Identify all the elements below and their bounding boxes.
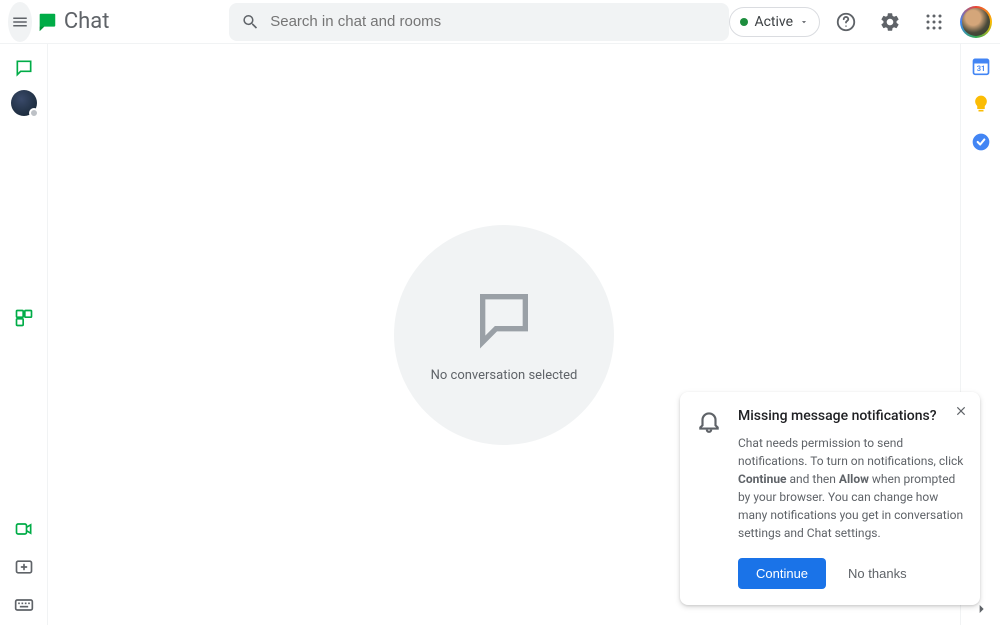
rail-rooms-button[interactable]	[4, 300, 44, 336]
rail-meet-button[interactable]	[4, 511, 44, 547]
header-right: Active	[729, 4, 992, 40]
hamburger-icon	[11, 13, 29, 31]
help-icon	[835, 11, 857, 33]
no-thanks-button[interactable]: No thanks	[834, 558, 921, 589]
notification-body: Missing message notifications? Chat need…	[738, 408, 964, 589]
notification-text: Chat needs permission to send notificati…	[738, 434, 964, 542]
apps-button[interactable]	[916, 4, 952, 40]
status-label: Active	[754, 14, 793, 30]
gear-icon	[879, 11, 901, 33]
empty-state: No conversation selected	[394, 225, 614, 445]
calendar-icon: 31	[971, 56, 991, 76]
close-icon	[954, 404, 968, 418]
rail-keyboard-button[interactable]	[4, 587, 44, 623]
notification-title: Missing message notifications?	[738, 408, 964, 424]
help-button[interactable]	[828, 4, 864, 40]
bell-icon	[696, 408, 722, 589]
notification-close-button[interactable]	[954, 404, 968, 418]
notification-actions: Continue No thanks	[738, 558, 964, 589]
chat-bubble-icon	[472, 286, 536, 350]
search-icon	[241, 12, 260, 32]
search-input[interactable]	[270, 13, 717, 30]
empty-state-text: No conversation selected	[431, 368, 578, 383]
account-avatar[interactable]	[960, 6, 992, 38]
rail-contact-avatar[interactable]	[11, 90, 37, 116]
app-logo: Chat	[36, 9, 110, 34]
tasks-addon-button[interactable]	[971, 132, 991, 152]
chevron-down-icon	[799, 17, 809, 27]
keep-addon-button[interactable]	[971, 94, 991, 114]
left-rail	[0, 44, 48, 625]
main-menu-button[interactable]	[8, 2, 32, 42]
chat-logo-icon	[36, 11, 58, 33]
rail-new-meeting-button[interactable]	[4, 549, 44, 585]
settings-button[interactable]	[872, 4, 908, 40]
header: Chat Active	[0, 0, 1000, 44]
status-dropdown[interactable]: Active	[729, 7, 820, 37]
svg-text:31: 31	[976, 64, 985, 73]
video-icon	[14, 519, 34, 539]
tasks-icon	[971, 132, 991, 152]
avatar-image	[962, 8, 990, 36]
rail-chat-button[interactable]	[4, 50, 44, 86]
continue-button[interactable]: Continue	[738, 558, 826, 589]
presence-badge	[29, 108, 39, 118]
active-status-dot	[740, 18, 748, 26]
app-title: Chat	[64, 9, 110, 34]
apps-grid-icon	[925, 13, 943, 31]
notification-card: Missing message notifications? Chat need…	[680, 392, 980, 605]
chat-outline-icon	[14, 58, 34, 78]
rooms-icon	[14, 308, 34, 328]
search-bar[interactable]	[229, 3, 729, 41]
calendar-addon-button[interactable]: 31	[971, 56, 991, 76]
present-icon	[14, 557, 34, 577]
keyboard-icon	[14, 595, 34, 615]
keep-icon	[971, 94, 991, 114]
